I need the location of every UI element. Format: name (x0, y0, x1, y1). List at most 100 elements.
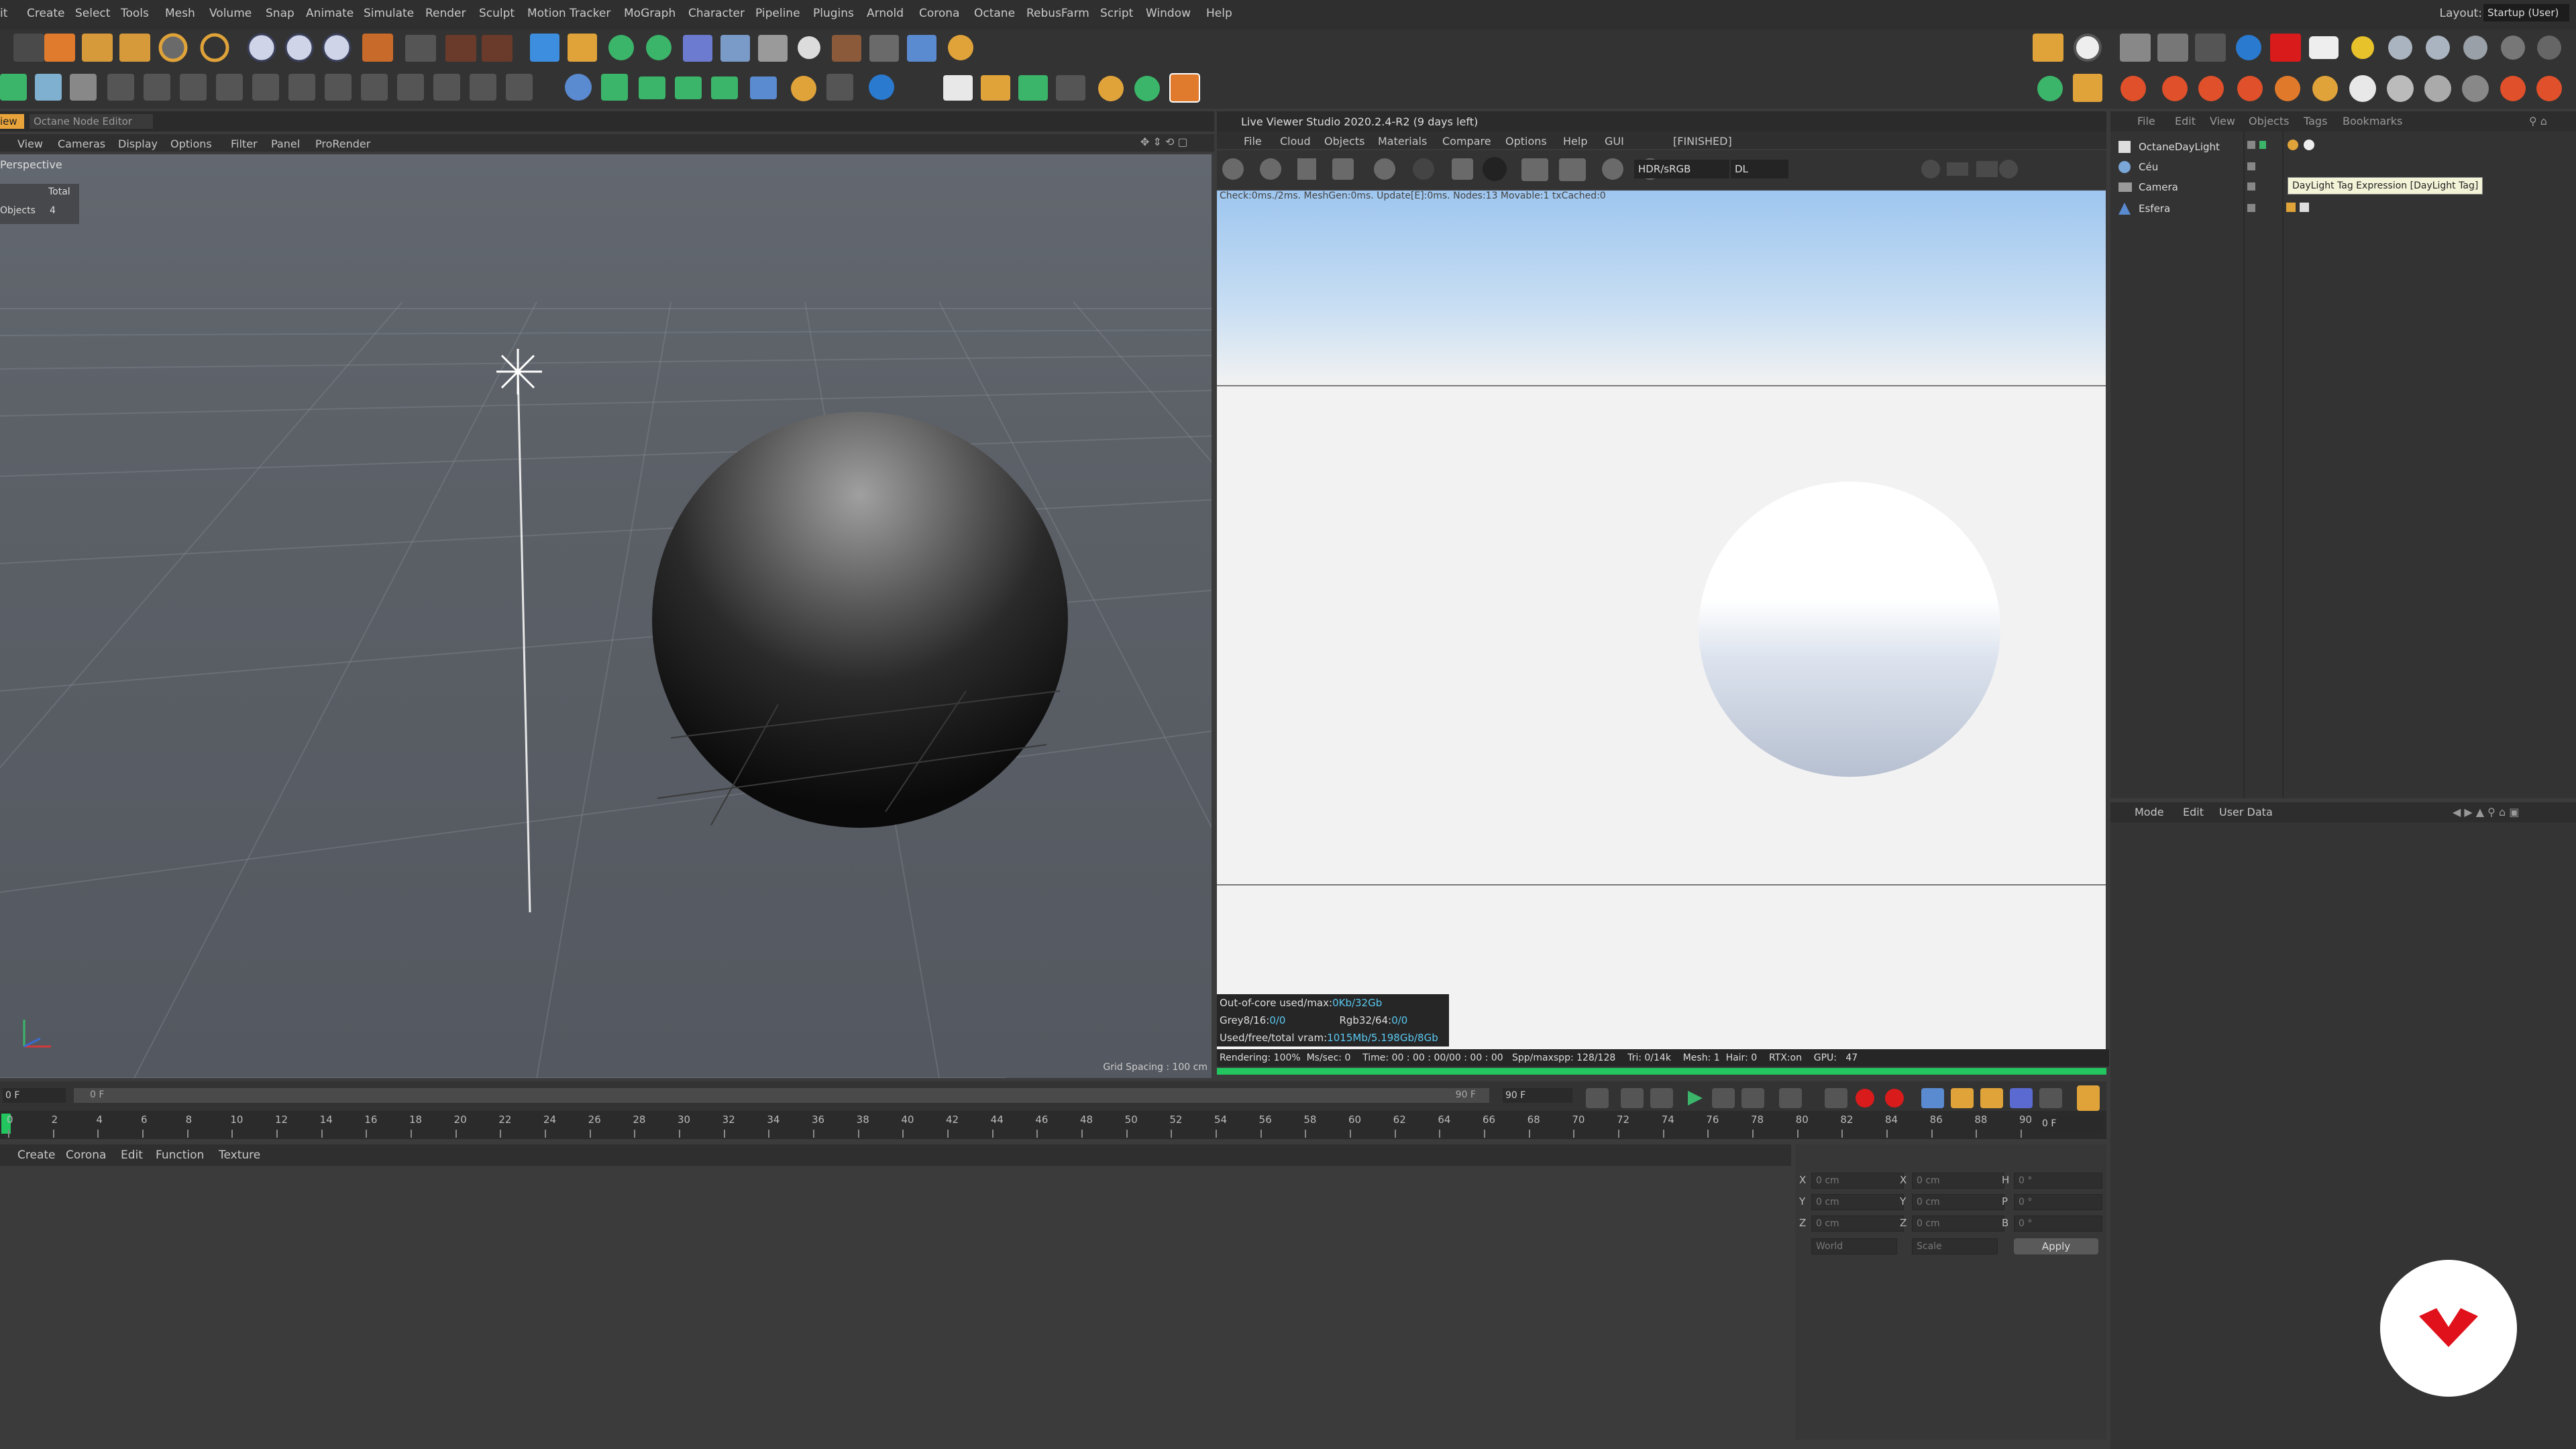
lv-menu-compare[interactable]: Compare (1442, 135, 1491, 148)
viewport-menu-options[interactable]: Options (170, 138, 212, 150)
perspective-viewport[interactable]: Perspective Total Objects 4 Grid Spacing… (0, 154, 1212, 1078)
lv-menu-gui[interactable]: GUI (1605, 135, 1624, 148)
am-menu-mode[interactable]: Mode (2135, 806, 2164, 818)
object-row-ceu[interactable]: Céu (2118, 160, 2239, 176)
timeline-tick-label: 68 (1527, 1114, 1540, 1126)
rot-h-field[interactable]: 0 ° (2014, 1173, 2102, 1189)
mat-menu-create[interactable]: Create (17, 1148, 56, 1162)
object-row-camera[interactable]: Camera (2118, 180, 2239, 196)
menu-tools[interactable]: Tools (121, 7, 149, 20)
timeline-tick-mark (1171, 1130, 1173, 1138)
size-y-field[interactable]: 0 cm (1912, 1194, 2004, 1210)
object-row-esfera[interactable]: Esfera (2118, 201, 2239, 217)
viewport-menu-filter[interactable]: Filter (231, 138, 258, 150)
viewport-menu-view[interactable]: View (17, 138, 43, 150)
timeline-tick-label: 86 (1929, 1114, 1943, 1126)
om-menu-view[interactable]: View (2210, 115, 2235, 127)
menu-animate[interactable]: Animate (306, 7, 354, 20)
sphere-object (652, 412, 1068, 828)
size-x-field[interactable]: 0 cm (1912, 1173, 2004, 1189)
grid-spacing-label: Grid Spacing : 100 cm (1103, 1062, 1208, 1073)
viewport-stats: Total Objects 4 (0, 184, 79, 224)
menu-edit[interactable]: it (0, 7, 7, 20)
menu-character[interactable]: Character (688, 7, 745, 20)
timeline-ruler[interactable]: 0 2 4 6 8 10 12 14 16 18 20 22 24 26 28 30 32 34 36 38 40 42 4… (0, 1111, 2106, 1139)
om-menu-edit[interactable]: Edit (2175, 115, 2196, 127)
am-menu-user-data[interactable]: User Data (2219, 806, 2273, 818)
apply-button[interactable]: Apply (2014, 1238, 2098, 1254)
mat-menu-texture[interactable]: Texture (219, 1148, 260, 1162)
menu-rebusfarm[interactable]: RebusFarm (1026, 7, 1089, 20)
timeline-tick-mark (947, 1130, 949, 1138)
coord-mode-select[interactable]: Scale (1912, 1238, 1998, 1254)
viewport-scene (0, 301, 1212, 1078)
viewport-menu-panel[interactable]: Panel (271, 138, 300, 150)
transport-controls[interactable] (1580, 1081, 2104, 1111)
end-frame-field[interactable]: 90 F (1503, 1088, 1572, 1103)
menu-snap[interactable]: Snap (266, 7, 294, 20)
menu-help[interactable]: Help (1206, 7, 1232, 20)
menu-plugins[interactable]: Plugins (813, 7, 854, 20)
mat-menu-function[interactable]: Function (156, 1148, 204, 1162)
viewport-menu-display[interactable]: Display (118, 138, 158, 150)
om-menu-objects[interactable]: Objects (2249, 115, 2289, 127)
sphere-object-icon (2118, 203, 2131, 215)
am-nav-icons[interactable]: ◀ ▶ ▲ ⚲ ⌂ ▣ (2453, 806, 2519, 818)
layout-select[interactable]: Startup (User) (2483, 4, 2569, 21)
timeline-tick-label: 22 (498, 1114, 512, 1126)
tab-octane-node-editor[interactable]: Octane Node Editor (30, 114, 153, 129)
coord-space-select[interactable]: World (1811, 1238, 1897, 1254)
timeline-tick-label: 8 (185, 1114, 193, 1126)
menu-simulate[interactable]: Simulate (364, 7, 414, 20)
viewport-menu-cameras[interactable]: Cameras (58, 138, 105, 150)
menu-create[interactable]: Create (27, 7, 65, 20)
menu-pipeline[interactable]: Pipeline (755, 7, 800, 20)
timeline-tick-mark (589, 1130, 591, 1138)
menu-motion-tracker[interactable]: Motion Tracker (527, 7, 610, 20)
menu-octane[interactable]: Octane (974, 7, 1015, 20)
menu-volume[interactable]: Volume (209, 7, 252, 20)
lv-menu-materials[interactable]: Materials (1378, 135, 1427, 148)
pos-y-field[interactable]: 0 cm (1811, 1194, 1904, 1210)
viewport-menu-prorender[interactable]: ProRender (315, 138, 370, 150)
size-z-field[interactable]: 0 cm (1912, 1216, 2004, 1232)
om-menu-bookmarks[interactable]: Bookmarks (2343, 115, 2402, 127)
live-viewer-render[interactable]: Check:0ms./2ms. MeshGen:0ms. Update[E]:0… (1217, 191, 2106, 1063)
om-menu-tags[interactable]: Tags (2304, 115, 2327, 127)
viewport-nav-icons[interactable]: ✥ ⇕ ⟲ ▢ (1140, 136, 1188, 148)
menu-arnold[interactable]: Arnold (867, 7, 904, 20)
lv-menu-options[interactable]: Options (1505, 135, 1547, 148)
object-row-octanedaylight[interactable]: OctaneDayLight (2118, 140, 2239, 156)
mat-menu-corona[interactable]: Corona (66, 1148, 106, 1162)
rot-b-field[interactable]: 0 ° (2014, 1216, 2102, 1232)
menu-script[interactable]: Script (1100, 7, 1133, 20)
lv-menu-file[interactable]: File (1244, 135, 1262, 148)
lv-menu-objects[interactable]: Objects (1324, 135, 1364, 148)
hdr-mode-select[interactable]: HDR/sRGB (1634, 160, 1729, 178)
mat-menu-edit[interactable]: Edit (121, 1148, 143, 1162)
lv-menu-cloud[interactable]: Cloud (1280, 135, 1311, 148)
tab-view[interactable]: iew (0, 114, 24, 129)
pos-z-field[interactable]: 0 cm (1811, 1216, 1904, 1232)
om-search-icon[interactable]: ⚲ ⌂ (2529, 115, 2547, 127)
render-check-line: Check:0ms./2ms. MeshGen:0ms. Update[E]:0… (1220, 191, 1606, 201)
menu-mograph[interactable]: MoGraph (624, 7, 676, 20)
start-frame-field[interactable]: 0 F (3, 1088, 66, 1103)
lv-menu-help[interactable]: Help (1563, 135, 1587, 148)
size-y-label: Y (1900, 1195, 1907, 1208)
om-menu-file[interactable]: File (2137, 115, 2155, 127)
pos-x-field[interactable]: 0 cm (1811, 1173, 1904, 1189)
cloner-icon (646, 35, 672, 60)
menu-select[interactable]: Select (75, 7, 110, 20)
menu-sculpt[interactable]: Sculpt (479, 7, 515, 20)
axis-gizmo (23, 1020, 51, 1048)
render-channel-select[interactable]: DL (1731, 160, 1788, 178)
menu-mesh[interactable]: Mesh (165, 7, 195, 20)
current-frame-field[interactable]: 0 F (2039, 1116, 2102, 1131)
menu-corona[interactable]: Corona (919, 7, 959, 20)
rot-p-field[interactable]: 0 ° (2014, 1194, 2102, 1210)
menu-window[interactable]: Window (1146, 7, 1191, 20)
frame-range-slider[interactable]: 0 F 90 F (74, 1088, 1489, 1103)
am-menu-edit[interactable]: Edit (2183, 806, 2204, 818)
menu-render[interactable]: Render (425, 7, 466, 20)
